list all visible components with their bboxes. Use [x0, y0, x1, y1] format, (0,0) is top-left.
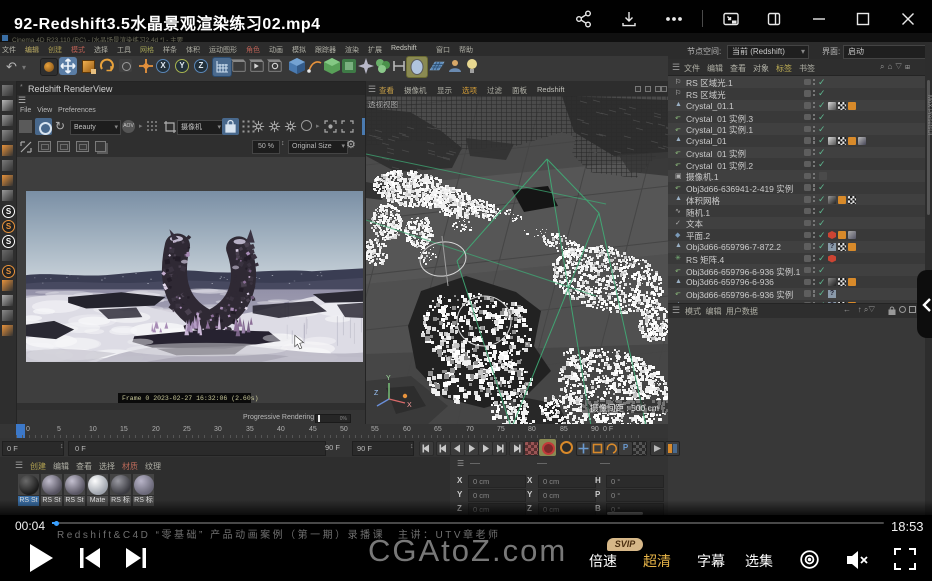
svg-text:Z: Z — [374, 390, 379, 397]
svg-text:X: X — [407, 402, 412, 409]
svg-text:摄像间距 : 500 cm: 摄像间距 : 500 cm — [590, 403, 659, 413]
svg-text:Y: Y — [386, 375, 391, 382]
